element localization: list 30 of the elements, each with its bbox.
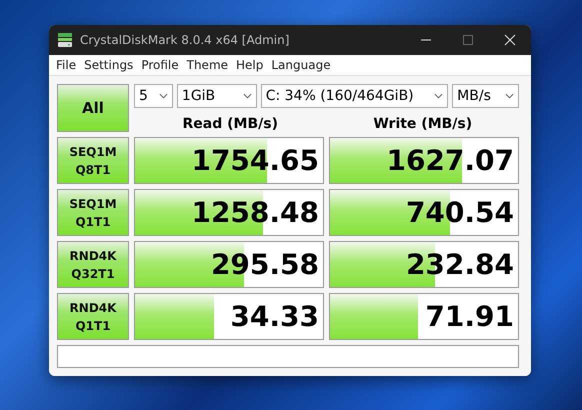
caret-icon — [242, 93, 252, 99]
test-button[interactable]: RND4K Q1T1 — [57, 293, 129, 340]
menu-item[interactable]: Profile — [138, 58, 184, 72]
dropdown[interactable]: C: 34% (160/464GiB) — [260, 84, 448, 108]
column-header: Write (MB/s) — [372, 116, 474, 132]
menu-item[interactable]: Help — [233, 58, 268, 72]
result-value: 740.54 — [406, 196, 515, 229]
menu-item[interactable]: Settings — [81, 58, 138, 72]
menu-item[interactable]: Language — [268, 58, 336, 72]
caret-icon — [434, 93, 444, 99]
all-button[interactable]: All — [57, 84, 129, 132]
test-button[interactable]: SEQ1M Q1T1 — [57, 189, 129, 236]
disk-icon — [57, 32, 73, 48]
window-title: CrystalDiskMark 8.0.4 x64 [Admin] — [80, 33, 290, 48]
result-value: 295.58 — [210, 248, 320, 281]
caret-icon — [158, 93, 168, 99]
result-value: 34.33 — [230, 300, 320, 333]
menu-item[interactable]: Theme — [184, 58, 234, 72]
dropdown[interactable]: 5 — [134, 84, 173, 108]
test-button[interactable]: RND4K Q32T1 — [57, 241, 129, 288]
caret-icon — [505, 93, 514, 99]
maximize-icon[interactable] — [461, 33, 475, 48]
test-button[interactable]: SEQ1M Q8T1 — [57, 137, 129, 184]
dropdown[interactable]: 1GiB — [176, 84, 257, 108]
dropdown[interactable]: MB/s — [452, 84, 519, 108]
result-value: 232.84 — [406, 248, 515, 281]
column-header: Read (MB/s) — [182, 116, 279, 132]
close-icon[interactable] — [503, 33, 517, 48]
menu-item[interactable]: File — [53, 58, 82, 72]
result-value: 71.91 — [425, 300, 515, 333]
